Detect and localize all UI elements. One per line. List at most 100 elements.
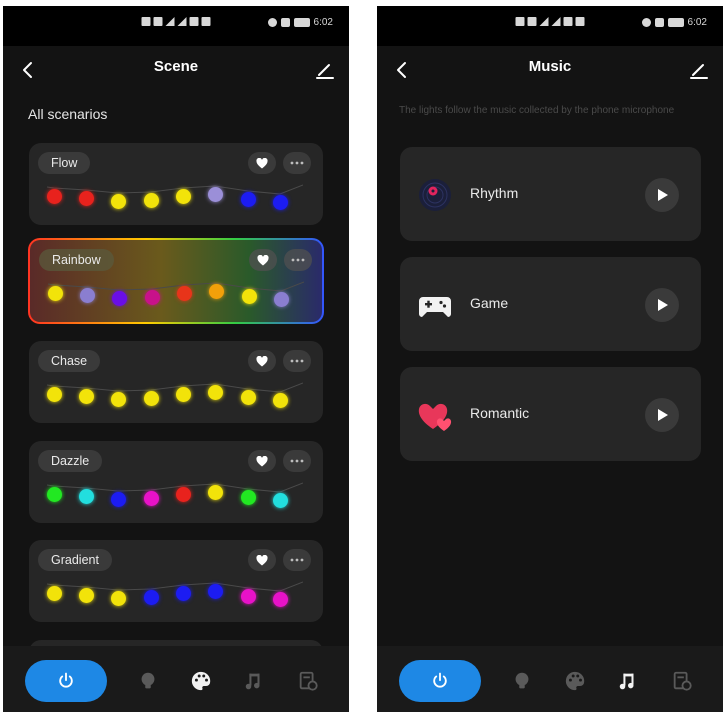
light-bulb bbox=[48, 286, 63, 301]
mode-label: Rhythm bbox=[470, 185, 519, 201]
more-button[interactable] bbox=[283, 450, 311, 472]
status-bar: 6:02 bbox=[3, 6, 349, 46]
light-bulb bbox=[47, 387, 62, 402]
mode-card-rhythm[interactable]: Rhythm bbox=[400, 147, 701, 241]
schedule-icon[interactable] bbox=[671, 670, 693, 692]
light-string bbox=[47, 479, 303, 509]
notification-icons bbox=[515, 17, 585, 26]
edit-icon[interactable] bbox=[687, 58, 711, 82]
light-bulb bbox=[208, 385, 223, 400]
palette-icon[interactable] bbox=[190, 670, 212, 692]
light-bulb bbox=[273, 393, 288, 408]
bulb-icon[interactable] bbox=[137, 670, 159, 692]
power-button[interactable] bbox=[399, 660, 481, 702]
notification-icons bbox=[141, 17, 211, 26]
light-bulb bbox=[176, 387, 191, 402]
status-bar: 6:02 bbox=[377, 6, 723, 46]
play-icon bbox=[658, 409, 668, 421]
mode-card-romantic[interactable]: Romantic bbox=[400, 367, 701, 461]
play-button[interactable] bbox=[645, 178, 679, 212]
light-bulb bbox=[176, 487, 191, 502]
play-icon bbox=[658, 189, 668, 201]
battery-icon bbox=[293, 18, 310, 27]
more-button[interactable] bbox=[283, 350, 311, 372]
mode-card-game[interactable]: Game bbox=[400, 257, 701, 351]
scene-card-dazzle[interactable]: Dazzle bbox=[29, 441, 323, 523]
light-bulb bbox=[208, 187, 223, 202]
page-title: Scene bbox=[153, 58, 199, 75]
more-button[interactable] bbox=[283, 152, 311, 174]
system-status: 6:02 bbox=[267, 17, 333, 28]
eye-icon bbox=[641, 18, 651, 27]
light-bulb bbox=[111, 194, 126, 209]
power-button[interactable] bbox=[25, 660, 107, 702]
light-bulb bbox=[208, 584, 223, 599]
light-bulb bbox=[176, 586, 191, 601]
favorite-button[interactable] bbox=[248, 350, 276, 372]
play-icon bbox=[658, 299, 668, 311]
mute-icon bbox=[654, 18, 664, 27]
status-time: 6:02 bbox=[313, 17, 333, 28]
bulb-icon[interactable] bbox=[511, 670, 533, 692]
header: Music bbox=[377, 46, 723, 98]
section-title: All scenarios bbox=[28, 106, 108, 122]
light-bulb bbox=[208, 485, 223, 500]
music-note-icon[interactable] bbox=[243, 670, 265, 692]
light-bulb bbox=[273, 592, 288, 607]
heart-icon bbox=[256, 455, 268, 466]
favorite-button[interactable] bbox=[249, 249, 277, 271]
palette-icon[interactable] bbox=[564, 670, 586, 692]
bottom-nav bbox=[377, 646, 723, 712]
light-bulb bbox=[79, 389, 94, 404]
scene-card-gradient[interactable]: Gradient bbox=[29, 540, 323, 622]
light-bulb bbox=[274, 292, 289, 307]
vinyl-record-icon bbox=[419, 179, 451, 211]
light-bulb bbox=[79, 489, 94, 504]
light-bulb bbox=[144, 391, 159, 406]
light-string bbox=[47, 379, 303, 409]
music-screen: 6:02 Music The lights follow the music c… bbox=[377, 6, 723, 712]
scene-label: Dazzle bbox=[38, 450, 103, 472]
favorite-button[interactable] bbox=[248, 450, 276, 472]
heart-icon bbox=[256, 554, 268, 565]
heart-icon bbox=[257, 254, 269, 265]
gamepad-icon bbox=[419, 297, 451, 317]
favorite-button[interactable] bbox=[248, 152, 276, 174]
power-icon bbox=[59, 672, 73, 688]
light-bulb bbox=[80, 288, 95, 303]
mode-label: Romantic bbox=[470, 405, 530, 421]
scene-label: Chase bbox=[38, 350, 101, 372]
light-bulb bbox=[79, 588, 94, 603]
scene-label: Rainbow bbox=[39, 249, 114, 271]
light-bulb bbox=[111, 392, 126, 407]
light-bulb bbox=[47, 586, 62, 601]
edit-icon[interactable] bbox=[313, 58, 337, 82]
play-button[interactable] bbox=[645, 398, 679, 432]
scene-card-chase[interactable]: Chase bbox=[29, 341, 323, 423]
music-hint: The lights follow the music collected by… bbox=[399, 105, 675, 116]
scene-label: Flow bbox=[38, 152, 91, 174]
play-button[interactable] bbox=[645, 288, 679, 322]
light-bulb bbox=[241, 390, 256, 405]
scene-card-flow[interactable]: Flow bbox=[29, 143, 323, 225]
favorite-button[interactable] bbox=[248, 549, 276, 571]
mode-label: Game bbox=[470, 295, 509, 311]
light-string bbox=[47, 181, 303, 211]
battery-icon bbox=[667, 18, 684, 27]
light-bulb bbox=[176, 189, 191, 204]
light-bulb bbox=[241, 192, 256, 207]
more-button[interactable] bbox=[284, 249, 312, 271]
music-note-icon[interactable] bbox=[617, 670, 639, 692]
light-bulb bbox=[241, 589, 256, 604]
light-bulb bbox=[145, 290, 160, 305]
more-button[interactable] bbox=[283, 549, 311, 571]
hearts-icon bbox=[418, 403, 452, 431]
light-bulb bbox=[47, 189, 62, 204]
schedule-icon[interactable] bbox=[297, 670, 319, 692]
heart-icon bbox=[256, 157, 268, 168]
scene-card-rainbow[interactable]: Rainbow bbox=[28, 238, 324, 324]
power-icon bbox=[433, 672, 447, 688]
light-bulb bbox=[273, 493, 288, 508]
status-time: 6:02 bbox=[687, 17, 707, 28]
more-dots-icon bbox=[290, 459, 304, 463]
